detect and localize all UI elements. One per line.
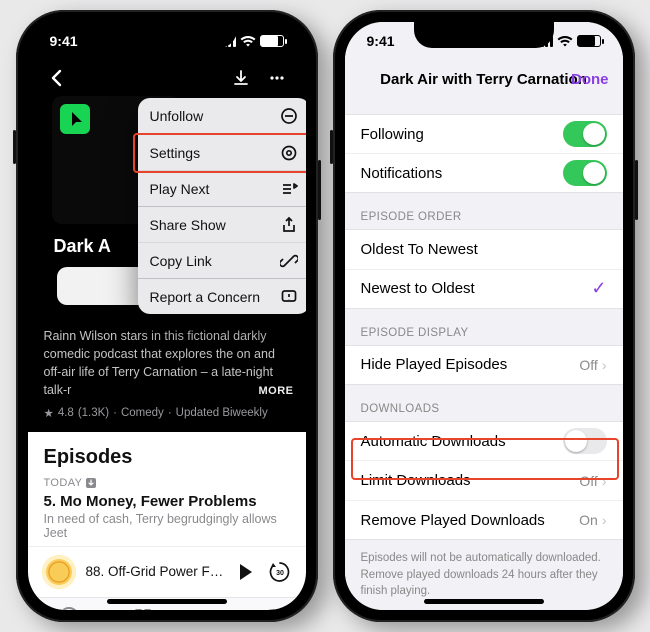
battery-icon (260, 35, 284, 47)
tab-listen-now[interactable]: Listen Now (45, 606, 92, 610)
listen-now-icon (58, 606, 80, 610)
group-episode-display: EPISODE DISPLAY (345, 309, 623, 345)
menu-play-next[interactable]: Play Next (138, 170, 306, 206)
show-meta: ★ 4.8 (1.3K) · Comedy · Updated Biweekly (28, 404, 306, 432)
tab-search[interactable]: Search (258, 606, 288, 610)
phone-left: 9:41 (16, 10, 318, 622)
wifi-icon (240, 35, 256, 47)
tab-browse[interactable]: Browse (127, 606, 159, 610)
screen-right: 9:41 Dark Air with Terry Carnation Done … (345, 22, 623, 610)
battery-icon (577, 35, 601, 47)
browse-icon (132, 606, 154, 610)
cell-remove-played[interactable]: Remove Played Downloads On› (345, 500, 623, 540)
notch (97, 22, 237, 48)
status-time: 9:41 (50, 33, 78, 49)
group-downloads: DOWNLOADS (345, 385, 623, 421)
today-label: TODAY (28, 477, 306, 491)
back-button[interactable] (42, 63, 72, 93)
group-episode-order: EPISODE ORDER (345, 193, 623, 229)
check-icon: ✓ (591, 278, 606, 299)
more-button[interactable]: MORE (259, 384, 294, 400)
cell-following[interactable]: Following (345, 114, 623, 154)
play-next-icon (280, 180, 298, 198)
skip-30-icon[interactable]: 30 (268, 560, 292, 584)
play-icon[interactable] (238, 563, 254, 581)
episodes-heading: Episodes (28, 432, 306, 477)
done-button[interactable]: Done (571, 71, 609, 88)
episodes-section: Episodes TODAY 5. Mo Money, Fewer Proble… (28, 432, 306, 611)
now-playing-bar[interactable]: 88. Off-Grid Power For... 30 (28, 546, 306, 597)
notch (414, 22, 554, 48)
cell-hide-played[interactable]: Hide Played Episodes Off› (345, 345, 623, 385)
now-playing-artwork (42, 555, 76, 589)
show-description: Rainn Wilson stars in this fictional dar… (28, 315, 306, 404)
notifications-switch[interactable] (563, 160, 607, 186)
home-indicator[interactable] (107, 599, 227, 604)
cell-newest-oldest[interactable]: Newest to Oldest ✓ (345, 269, 623, 309)
svg-text:30: 30 (276, 570, 284, 577)
search-icon (262, 606, 284, 610)
context-menu: Unfollow Settings Play Next Share Show C… (138, 98, 306, 314)
chevron-right-icon: › (602, 357, 607, 373)
episode-title: 5. Mo Money, Fewer Problems (44, 493, 290, 510)
rating: 4.8 (58, 407, 74, 419)
now-playing-title: 88. Off-Grid Power For... (86, 564, 228, 579)
rating-count: (1.3K) (78, 407, 109, 419)
menu-unfollow[interactable]: Unfollow (138, 98, 306, 134)
status-time: 9:41 (367, 33, 395, 49)
share-icon (280, 216, 298, 234)
settings-navbar: Dark Air with Terry Carnation Done (345, 60, 623, 100)
following-switch[interactable] (563, 121, 607, 147)
download-badge-icon (86, 478, 96, 488)
settings-title: Dark Air with Terry Carnation (380, 71, 587, 88)
phone-right: 9:41 Dark Air with Terry Carnation Done … (333, 10, 635, 622)
cell-notifications[interactable]: Notifications (345, 153, 623, 193)
report-icon (280, 288, 298, 306)
more-icon[interactable] (262, 63, 292, 93)
chevron-right-icon: › (602, 512, 607, 528)
menu-report[interactable]: Report a Concern (138, 278, 306, 314)
episode-row[interactable]: 5. Mo Money, Fewer Problems In need of c… (28, 491, 306, 546)
artwork-badge (60, 104, 90, 134)
menu-copy-link[interactable]: Copy Link (138, 242, 306, 278)
automatic-downloads-highlight (351, 438, 619, 480)
genre: Comedy (121, 407, 164, 419)
unfollow-icon (280, 107, 298, 125)
link-icon (280, 252, 298, 270)
settings-body: Dark Air with Terry Carnation Done Follo… (345, 60, 623, 610)
cadence: Updated Biweekly (176, 407, 268, 419)
download-icon[interactable] (226, 63, 256, 93)
wifi-icon (557, 35, 573, 47)
cell-oldest-newest[interactable]: Oldest To Newest (345, 229, 623, 269)
menu-share[interactable]: Share Show (138, 206, 306, 242)
home-indicator[interactable] (424, 599, 544, 604)
star-icon: ★ (44, 406, 54, 420)
settings-highlight (133, 133, 306, 173)
episode-subtitle: In need of cash, Terry begrudgingly allo… (44, 512, 290, 540)
tab-library[interactable]: Library (194, 606, 223, 610)
library-icon (197, 606, 219, 610)
screen-left: 9:41 (28, 22, 306, 610)
nav-row (28, 60, 306, 96)
